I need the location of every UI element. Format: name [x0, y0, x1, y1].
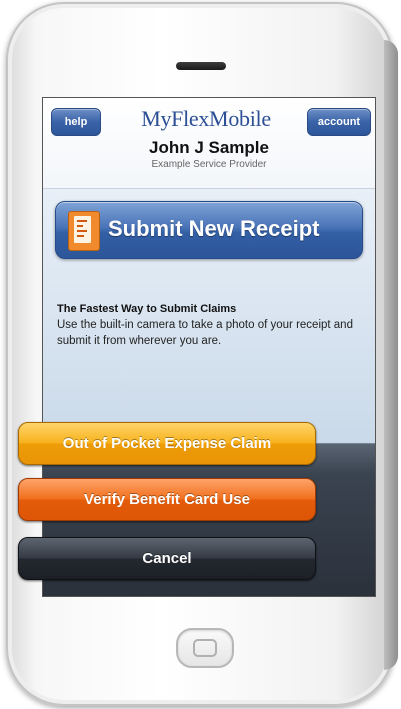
- speaker-grille: [176, 62, 226, 70]
- home-square-icon: [193, 639, 217, 657]
- app-header: help MyFlexMobile account John J Sample …: [43, 98, 375, 189]
- out-of-pocket-claim-button[interactable]: Out of Pocket Expense Claim: [18, 422, 316, 465]
- info-title: The Fastest Way to Submit Claims: [57, 303, 237, 315]
- home-button[interactable]: [176, 628, 234, 668]
- phone-side-edge: [384, 40, 398, 670]
- submit-new-receipt-button[interactable]: Submit New Receipt: [55, 201, 363, 259]
- receipt-icon: [68, 211, 100, 251]
- receipt-line: [77, 220, 87, 222]
- account-button[interactable]: account: [307, 108, 371, 136]
- submit-button-label: Submit New Receipt: [108, 216, 320, 241]
- info-description: Use the built-in camera to take a photo …: [57, 319, 353, 347]
- user-name: John J Sample: [149, 138, 269, 157]
- app-view: help MyFlexMobile account John J Sample …: [43, 98, 375, 458]
- phone-screen: help MyFlexMobile account John J Sample …: [42, 97, 376, 597]
- receipt-line: [77, 225, 83, 227]
- brand-logo: MyFlexMobile: [141, 106, 271, 131]
- help-button[interactable]: help: [51, 108, 101, 136]
- receipt-line: [77, 230, 87, 232]
- cancel-button[interactable]: Cancel: [18, 537, 316, 580]
- service-provider: Example Service Provider: [151, 159, 267, 170]
- verify-benefit-card-button[interactable]: Verify Benefit Card Use: [18, 478, 316, 521]
- receipt-line: [77, 235, 84, 237]
- receipt-paper: [74, 216, 91, 243]
